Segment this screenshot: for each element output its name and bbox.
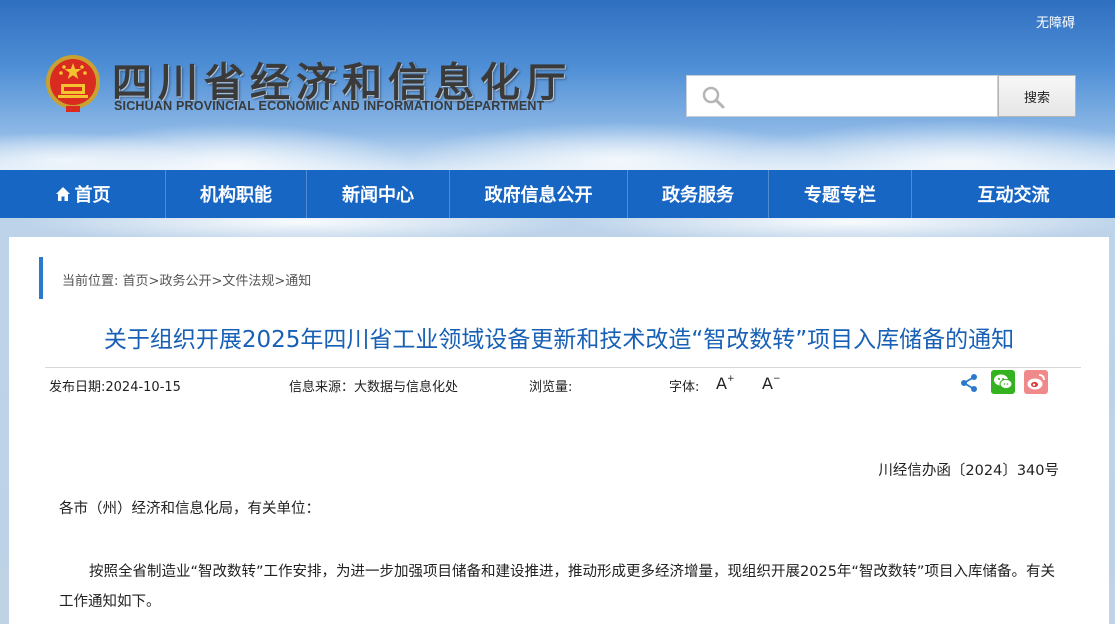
article-panel: 当前位置: 首页>政务公开>文件法规>通知 关于组织开展2025年四川省工业领域… bbox=[9, 237, 1109, 624]
breadcrumb: 当前位置: 首页>政务公开>文件法规>通知 bbox=[62, 270, 311, 289]
site-header: 无障碍 四川省经济和信息化厅 SICHUAN PROVINCIAL ECONOM… bbox=[0, 0, 1115, 170]
site-title-english: SICHUAN PROVINCIAL ECONOMIC AND INFORMAT… bbox=[114, 99, 545, 113]
home-icon bbox=[55, 187, 70, 201]
nav-item-functions[interactable]: 机构职能 bbox=[166, 170, 307, 218]
info-source: 信息来源：大数据与信息化处 bbox=[289, 380, 459, 395]
font-increase-button[interactable]: A+ bbox=[716, 374, 740, 398]
breadcrumb-accent-bar bbox=[39, 257, 43, 299]
accessibility-link[interactable]: 无障碍 bbox=[1036, 12, 1075, 31]
main-nav: 首页 机构职能 新闻中心 政府信息公开 政务服务 专题专栏 互动交流 bbox=[0, 170, 1115, 218]
national-emblem-icon bbox=[46, 55, 100, 112]
search-box bbox=[686, 75, 998, 117]
nav-item-label: 专题专栏 bbox=[804, 185, 876, 206]
nav-item-label: 互动交流 bbox=[977, 185, 1050, 206]
search-button[interactable]: 搜索 bbox=[998, 75, 1076, 117]
search-input[interactable] bbox=[733, 82, 989, 110]
article-salutation: 各市（州）经济和信息化局，有关单位： bbox=[59, 501, 320, 517]
font-size-label: 字体: bbox=[669, 380, 700, 395]
font-decrease-button[interactable]: A− bbox=[762, 374, 786, 398]
breadcrumb-prefix: 当前位置: bbox=[62, 274, 123, 289]
breadcrumb-separator: > bbox=[211, 274, 223, 289]
breadcrumb-separator: > bbox=[274, 274, 286, 289]
divider bbox=[45, 367, 1081, 368]
breadcrumb-item-notices[interactable]: 通知 bbox=[285, 274, 311, 289]
nav-item-topics[interactable]: 专题专栏 bbox=[769, 170, 912, 218]
breadcrumb-item-documents[interactable]: 文件法规 bbox=[222, 274, 274, 289]
nav-item-label: 新闻中心 bbox=[342, 185, 414, 206]
wechat-icon[interactable] bbox=[991, 370, 1015, 394]
nav-item-label: 机构职能 bbox=[200, 185, 272, 206]
breadcrumb-separator: > bbox=[148, 274, 160, 289]
publish-date: 发布日期:2024-10-15 bbox=[49, 380, 181, 395]
nav-item-services[interactable]: 政务服务 bbox=[628, 170, 769, 218]
weibo-icon[interactable] bbox=[1024, 370, 1048, 394]
nav-item-home[interactable]: 首页 bbox=[0, 170, 166, 218]
font-increase-glyph: A bbox=[716, 374, 727, 393]
nav-item-interaction[interactable]: 互动交流 bbox=[912, 170, 1115, 218]
search-icon bbox=[702, 86, 725, 109]
nav-item-label: 政务服务 bbox=[662, 185, 734, 206]
article-title: 关于组织开展2025年四川省工业领域设备更新和技术改造“智改数转”项目入库储备的… bbox=[103, 327, 1015, 353]
article-paragraph: 按照全省制造业“智改数转”工作安排，为进一步加强项目储备和建设推进，推动形成更多… bbox=[59, 564, 1055, 610]
nav-item-label: 政府信息公开 bbox=[484, 185, 593, 206]
nav-item-label: 首页 bbox=[74, 185, 111, 206]
nav-item-news[interactable]: 新闻中心 bbox=[307, 170, 450, 218]
breadcrumb-item-home[interactable]: 首页 bbox=[123, 274, 149, 289]
share-icon[interactable] bbox=[959, 373, 979, 393]
document-number: 川经信办函〔2024〕340号 bbox=[878, 463, 1059, 479]
nav-item-government-info[interactable]: 政府信息公开 bbox=[450, 170, 628, 218]
view-count: 浏览量: bbox=[529, 380, 573, 395]
font-decrease-glyph: A bbox=[762, 374, 773, 393]
breadcrumb-item-public-affairs[interactable]: 政务公开 bbox=[159, 274, 211, 289]
